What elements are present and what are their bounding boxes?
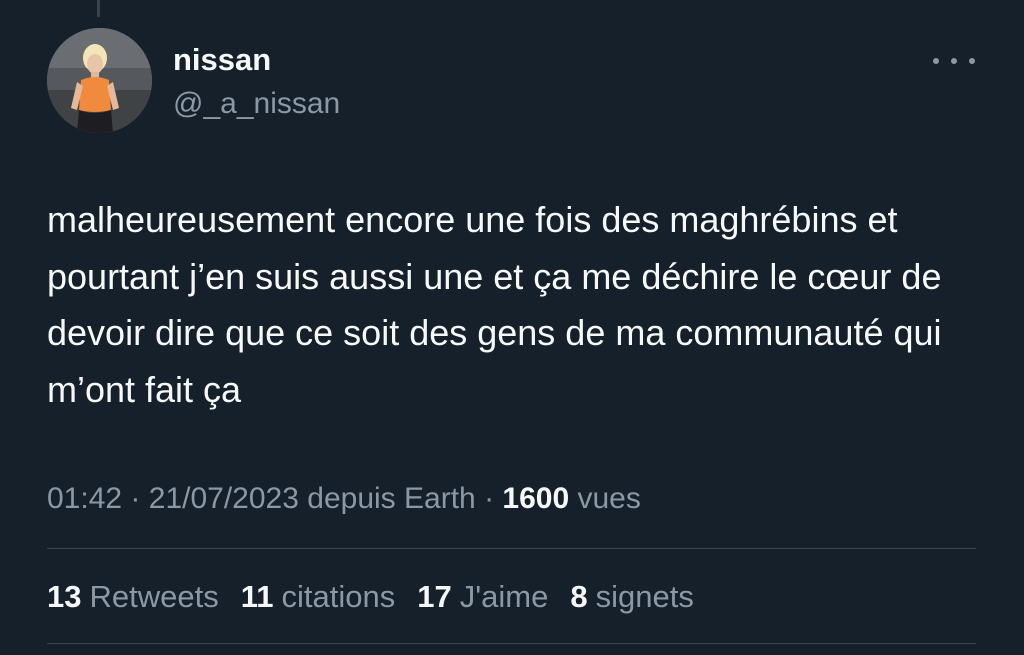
views-label: vues <box>577 482 641 515</box>
more-horizontal-icon <box>933 58 939 64</box>
stat-label: Retweets <box>89 579 219 614</box>
stat-retweets[interactable]: 13 Retweets <box>47 576 219 618</box>
stat-likes[interactable]: 17 J'aime <box>417 576 548 618</box>
author-display-name[interactable]: nissan <box>173 40 271 80</box>
tweet-date[interactable]: 21/07/2023 <box>149 482 299 515</box>
views-count: 1600 <box>502 482 570 515</box>
meta-separator: · <box>484 482 495 515</box>
thread-connector-line <box>97 0 100 17</box>
stat-label: signets <box>595 579 694 614</box>
engagement-stats: 13 Retweets 11 citations 17 J'aime 8 signets <box>47 576 694 618</box>
meta-separator: · <box>130 482 141 515</box>
more-horizontal-icon-dot <box>951 58 957 64</box>
stat-count: 13 <box>47 579 82 614</box>
avatar-photo <box>47 28 152 133</box>
tweet-source: depuis Earth <box>307 482 476 515</box>
stat-quotes[interactable]: 11 citations <box>241 576 396 618</box>
stat-bookmarks[interactable]: 8 signets <box>570 576 693 618</box>
stat-count: 11 <box>240 579 274 614</box>
tweet-metadata: 01:42 · 21/07/2023 depuis Earth · 1600 v… <box>47 478 641 520</box>
avatar[interactable] <box>47 28 152 133</box>
stat-label: J'aime <box>459 579 549 614</box>
author-handle[interactable]: @_a_nissan <box>173 84 340 124</box>
tweet-time[interactable]: 01:42 <box>47 482 122 515</box>
stat-count: 17 <box>417 579 452 614</box>
divider <box>47 548 976 549</box>
more-horizontal-icon-dot <box>969 58 975 64</box>
divider <box>47 643 976 644</box>
tweet-text: malheureusement encore une fois des magh… <box>47 199 942 410</box>
stat-label: citations <box>281 579 396 614</box>
stat-count: 8 <box>570 579 588 614</box>
more-options-button[interactable] <box>933 50 975 72</box>
